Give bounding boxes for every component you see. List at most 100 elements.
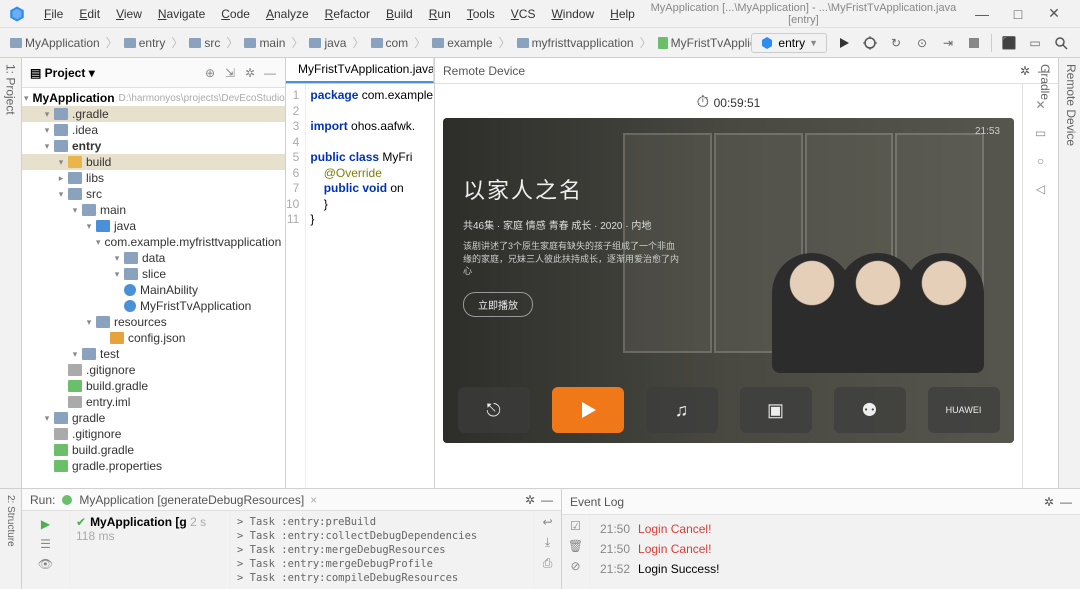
tree-node[interactable]: ▾com.example.myfristtvapplication (22, 234, 285, 250)
run-settings-icon[interactable]: ✲ (525, 493, 535, 507)
run-hide-icon[interactable]: — (541, 493, 553, 507)
scroll-end-icon[interactable]: ⤓ (545, 535, 550, 550)
trash-icon[interactable]: 🗑 (568, 539, 583, 553)
tree-node[interactable]: MyFristTvApplication (22, 298, 285, 314)
dock-huawei-button[interactable]: HUAWEI (928, 387, 1000, 433)
menu-analyze[interactable]: Analyze (258, 7, 317, 21)
tree-node[interactable]: ▾src (22, 186, 285, 202)
tree-node[interactable]: ▾main (22, 202, 285, 218)
tree-node[interactable]: ▾slice (22, 266, 285, 282)
remote-rotate-icon[interactable]: ▭ (1035, 126, 1046, 140)
filter-icon[interactable]: ☰ (40, 537, 51, 551)
play-now-button[interactable]: 立即播放 (463, 292, 533, 317)
remote-close-icon[interactable]: ✕ (1035, 98, 1045, 112)
hide-icon[interactable]: — (263, 66, 277, 80)
close-run-icon[interactable]: × (310, 493, 317, 507)
tree-node[interactable]: MainAbility (22, 282, 285, 298)
tree-node[interactable]: ▾resources (22, 314, 285, 330)
breadcrumb-item[interactable]: MyApplication (6, 34, 104, 52)
run-tree[interactable]: MyApplication [g 2 s 118 ms (70, 511, 230, 589)
tree-node[interactable]: ▾gradle (22, 410, 285, 426)
coverage-button[interactable]: ↻ (883, 32, 909, 54)
minimize-button[interactable]: — (964, 6, 1000, 22)
log-hide-icon[interactable]: — (1060, 495, 1072, 509)
breadcrumb-item[interactable]: main (240, 34, 289, 52)
dock-cast-button[interactable]: ▣ (740, 387, 812, 433)
search-button[interactable] (1048, 32, 1074, 54)
menu-run[interactable]: Run (421, 7, 459, 21)
tree-node[interactable]: ▸libs (22, 170, 285, 186)
run-button[interactable] (831, 32, 857, 54)
breadcrumb-item[interactable]: myfristtvapplication (513, 34, 638, 52)
tree-node[interactable]: ▾test (22, 346, 285, 362)
remote-settings-icon[interactable]: ✲ (1020, 64, 1030, 78)
rerun-icon[interactable]: ▶ (41, 517, 50, 531)
remote-home-icon[interactable]: ○ (1037, 154, 1044, 168)
profile-button[interactable]: ⊙ (909, 32, 935, 54)
close-button[interactable]: ✕ (1036, 5, 1072, 22)
tree-node[interactable]: ▾.gradle (22, 106, 285, 122)
dock-play-button[interactable] (552, 387, 624, 433)
stop-log-icon[interactable]: ⊘ (570, 559, 580, 573)
tree-node[interactable]: .gitignore (22, 362, 285, 378)
device-screen[interactable]: 21:53 以家人之名 共46集 · 家庭 情感 青春 成长 · 2020 · … (443, 118, 1014, 443)
soft-wrap-icon[interactable]: ↩ (542, 515, 552, 529)
menu-build[interactable]: Build (378, 7, 421, 21)
print-icon[interactable]: ⎙ (543, 556, 553, 571)
tree-node[interactable]: ▾data (22, 250, 285, 266)
log-settings-icon[interactable]: ✲ (1044, 495, 1054, 509)
project-tree[interactable]: ▾MyApplicationD:\harmonyos\projects\DevE… (22, 88, 285, 488)
tree-node[interactable]: config.json (22, 330, 285, 346)
check-icon[interactable]: ☑ (570, 519, 581, 533)
tree-node[interactable]: entry.iml (22, 394, 285, 410)
log-output[interactable]: 21:50Login Cancel!21:50Login Cancel!21:5… (590, 515, 1080, 589)
tree-node[interactable]: build.gradle (22, 442, 285, 458)
menu-refactor[interactable]: Refactor (317, 7, 378, 21)
tree-root[interactable]: ▾MyApplicationD:\harmonyos\projects\DevE… (22, 90, 285, 106)
dock-exit-button[interactable]: ⎋ (458, 387, 530, 433)
breadcrumb-item[interactable]: entry (120, 34, 170, 52)
breadcrumb-item[interactable]: example (428, 34, 496, 52)
dock-profile-button[interactable]: ⚉ (834, 387, 906, 433)
menu-navigate[interactable]: Navigate (150, 7, 213, 21)
settings-icon[interactable]: ✲ (243, 66, 257, 80)
tree-node[interactable]: ▾build (22, 154, 285, 170)
locate-icon[interactable]: ⊕ (203, 66, 217, 80)
remote-back-icon[interactable]: ◁ (1036, 182, 1045, 196)
breadcrumb-item[interactable]: MyFristTvApplication (654, 34, 752, 52)
tree-node[interactable]: ▾.idea (22, 122, 285, 138)
stop-button[interactable] (961, 32, 987, 54)
editor-body[interactable]: 12345671011 package com.exampleimport oh… (286, 84, 434, 488)
run-config-dropdown[interactable]: entry ▼ (751, 33, 827, 53)
tree-node[interactable]: .gitignore (22, 426, 285, 442)
dock-music-button[interactable]: ♫ (646, 387, 718, 433)
menu-help[interactable]: Help (602, 7, 643, 21)
menu-view[interactable]: View (108, 7, 150, 21)
right-tool-strip[interactable]: Remote DeviceGradle (1058, 58, 1080, 488)
tree-node[interactable]: ▾java (22, 218, 285, 234)
expand-icon[interactable]: ⇲ (223, 66, 237, 80)
breadcrumb-item[interactable]: com (367, 34, 413, 52)
tree-node[interactable]: gradle.properties (22, 458, 285, 474)
menu-file[interactable]: File (36, 7, 71, 21)
sync-button[interactable]: ⬛ (996, 32, 1022, 54)
menu-tools[interactable]: Tools (459, 7, 503, 21)
tree-node[interactable]: ▾entry (22, 138, 285, 154)
left-tool-strip[interactable]: 1: Project (0, 58, 22, 488)
breadcrumb-item[interactable]: src (185, 34, 224, 52)
eye-icon[interactable]: 👁 (38, 557, 53, 571)
menu-edit[interactable]: Edit (71, 7, 108, 21)
maximize-button[interactable]: □ (1000, 6, 1036, 22)
menu-vcs[interactable]: VCS (503, 7, 544, 21)
tree-node[interactable]: build.gradle (22, 378, 285, 394)
avd-button[interactable]: ▭ (1022, 32, 1048, 54)
project-view-dropdown[interactable]: ▤ Project ▾ (30, 66, 95, 80)
debug-button[interactable] (857, 32, 883, 54)
code-area[interactable]: package com.exampleimport ohos.aafwk.pub… (306, 84, 434, 488)
menu-window[interactable]: Window (543, 7, 602, 21)
attach-button[interactable]: ⇥ (935, 32, 961, 54)
menu-code[interactable]: Code (213, 7, 258, 21)
breadcrumb[interactable]: MyApplication〉entry〉src〉main〉java〉com〉ex… (6, 34, 751, 52)
breadcrumb-item[interactable]: java (305, 34, 350, 52)
left-tool-strip-bottom[interactable]: 2: Structure (0, 489, 22, 589)
